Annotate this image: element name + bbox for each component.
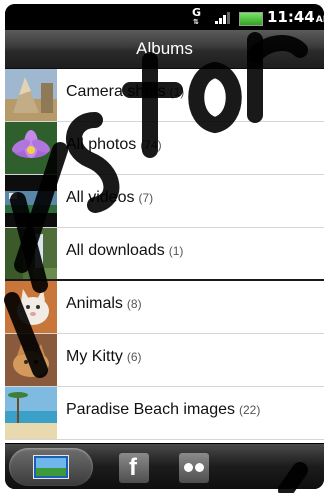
- bottom-tab-bar: f: [5, 444, 324, 489]
- data-network-icon: G ⇅: [191, 6, 205, 26]
- tab-facebook[interactable]: f: [105, 448, 167, 486]
- album-count: (74): [140, 138, 162, 152]
- album-thumbnail: [5, 69, 57, 121]
- album-count: (8): [126, 297, 142, 311]
- tab-flickr[interactable]: [165, 448, 227, 486]
- album-label: Animals (8): [66, 295, 142, 313]
- album-row-all-photos[interactable]: All photos (74): [5, 122, 324, 175]
- album-thumbnail: [5, 175, 57, 227]
- phone-screen: G ⇅ 11:44AM Albums: [5, 4, 324, 489]
- album-label: Paradise Beach images (22): [66, 401, 260, 419]
- album-thumbnail: [5, 387, 57, 439]
- album-label: All downloads (1): [66, 242, 183, 260]
- title-bar: Albums: [5, 30, 324, 69]
- album-thumbnail: [5, 228, 57, 280]
- album-list[interactable]: Camera shots (1) All photos (74) All vid…: [5, 69, 324, 443]
- album-name: All downloads: [66, 242, 165, 259]
- tab-gallery[interactable]: [9, 448, 93, 486]
- album-label: Camera shots (1): [66, 83, 184, 101]
- album-count: (7): [138, 191, 154, 205]
- data-arrows-icon: ⇅: [193, 18, 199, 26]
- status-bar: G ⇅ 11:44AM: [5, 4, 324, 30]
- page-title: Albums: [136, 39, 193, 58]
- facebook-icon: f: [119, 453, 149, 483]
- album-count: (1): [168, 244, 184, 258]
- album-count: (1): [169, 85, 185, 99]
- album-name: My Kitty: [66, 348, 123, 365]
- status-clock: 11:44AM: [267, 8, 324, 26]
- gallery-icon: [32, 454, 70, 483]
- album-row-all-downloads[interactable]: All downloads (1): [5, 228, 324, 282]
- album-row-all-videos[interactable]: All videos (7): [5, 175, 324, 228]
- album-row-paradise-beach-images[interactable]: Paradise Beach images (22): [5, 387, 324, 440]
- album-label: All photos (74): [66, 136, 162, 154]
- signal-strength-icon: [215, 12, 231, 24]
- album-thumbnail: [5, 334, 57, 386]
- album-row-animals[interactable]: Animals (8): [5, 281, 324, 334]
- album-label: My Kitty (6): [66, 348, 142, 366]
- album-count: (22): [238, 403, 261, 417]
- album-name: Animals: [66, 295, 123, 312]
- album-name: Camera shots: [66, 83, 166, 100]
- clock-ampm: AM: [315, 15, 324, 25]
- battery-icon: [239, 12, 263, 26]
- album-row-my-kitty[interactable]: My Kitty (6): [5, 334, 324, 387]
- album-name: All videos: [66, 189, 135, 206]
- album-thumbnail: [5, 122, 57, 174]
- album-thumbnail: [5, 281, 57, 333]
- album-name: Paradise Beach images: [66, 401, 235, 418]
- clock-time: 11:44: [267, 8, 315, 26]
- facebook-letter: f: [129, 454, 137, 481]
- album-row-camera-shots[interactable]: Camera shots (1): [5, 69, 324, 122]
- album-label: All videos (7): [66, 189, 153, 207]
- flickr-icon: [179, 453, 209, 483]
- album-count: (6): [126, 350, 142, 364]
- album-name: All photos: [66, 136, 137, 153]
